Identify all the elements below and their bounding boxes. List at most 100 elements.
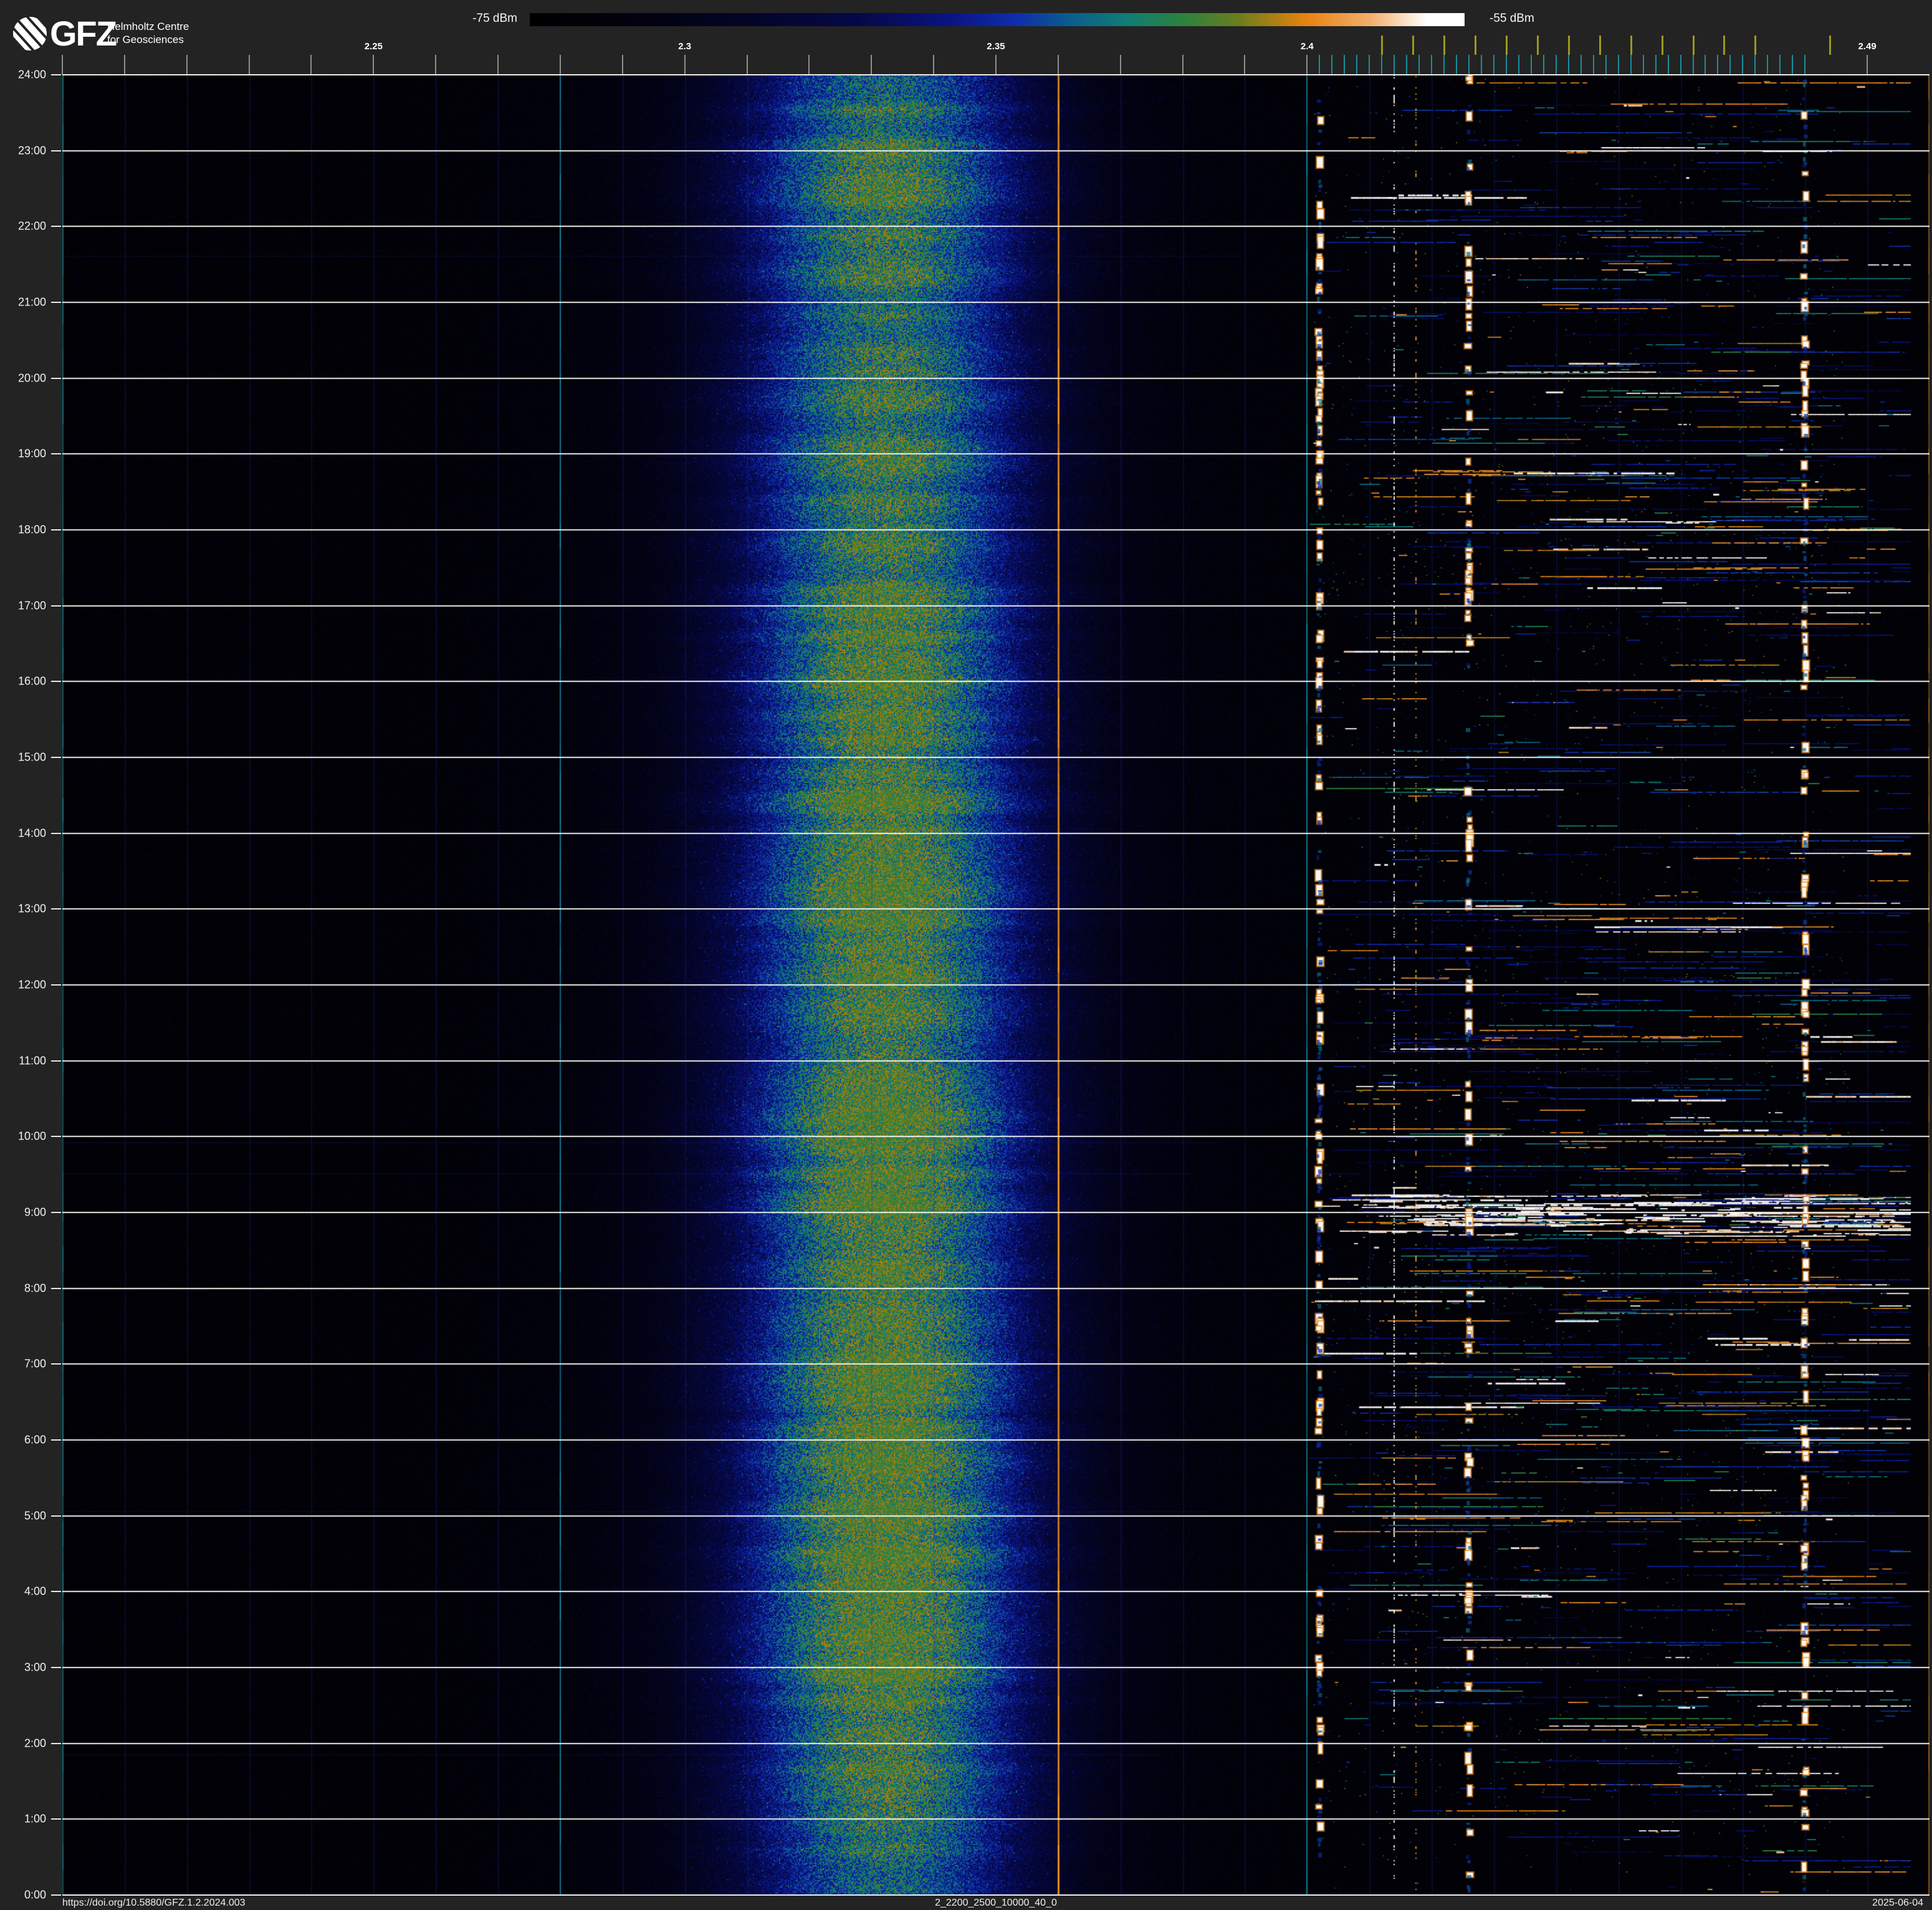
ble-channel-tick: [1655, 55, 1657, 74]
wifi-channel-tick: [1381, 36, 1384, 55]
ble-channel-tick: [1592, 55, 1594, 74]
time-label: 2:00: [24, 1737, 46, 1750]
colorbar-min-label: -75 dBm: [472, 12, 517, 25]
ble-channel-tick: [1567, 55, 1569, 74]
ble-channel-tick: [1381, 55, 1383, 74]
freq-tick: [1057, 55, 1059, 74]
freq-tick: [1306, 55, 1308, 74]
time-tick: [51, 605, 61, 607]
freq-tick: [1867, 55, 1868, 74]
ble-channel-tick: [1717, 55, 1719, 74]
freq-label: 2.49: [1858, 41, 1877, 52]
time-tick: [51, 1667, 61, 1668]
ble-channel-tick: [1431, 55, 1433, 74]
ble-channel-tick: [1542, 55, 1544, 74]
time-tick: [51, 1894, 61, 1896]
time-label: 21:00: [17, 295, 46, 309]
time-label: 24:00: [17, 68, 46, 81]
time-label: 6:00: [24, 1433, 46, 1446]
time-label: 23:00: [17, 144, 46, 157]
time-label: 0:00: [24, 1888, 46, 1901]
time-tick: [51, 1818, 61, 1820]
wifi-channel-tick: [1412, 36, 1415, 55]
plot-top-border: [62, 74, 1930, 75]
time-tick: [51, 832, 61, 834]
time-tick: [51, 1515, 61, 1517]
wifi-channel-tick: [1754, 36, 1757, 55]
ble-channel-tick: [1418, 55, 1420, 74]
time-label: 8:00: [24, 1282, 46, 1295]
ble-channel-tick: [1468, 55, 1470, 74]
time-tick: [51, 1742, 61, 1744]
wifi-channel-tick: [1505, 36, 1508, 55]
ble-channel-tick: [1319, 55, 1321, 74]
freq-tick: [248, 55, 250, 74]
time-tick: [51, 150, 61, 151]
wifi-channel-tick: [1692, 36, 1695, 55]
ble-channel-tick: [1406, 55, 1408, 74]
gfz-subtitle-line2: for Geosciences: [107, 34, 184, 46]
time-tick: [51, 984, 61, 986]
ble-channel-tick: [1505, 55, 1507, 74]
ble-channel-tick: [1617, 55, 1619, 74]
wifi-channel-tick: [1567, 36, 1570, 55]
ble-channel-tick: [1754, 55, 1756, 74]
ble-channel-tick: [1456, 55, 1457, 74]
freq-tick: [871, 55, 873, 74]
wifi-channel-tick: [1599, 36, 1601, 55]
wifi-channel-tick: [1536, 36, 1539, 55]
time-label: 5:00: [24, 1509, 46, 1522]
ble-channel-tick: [1779, 55, 1781, 74]
time-label: 16:00: [17, 674, 46, 688]
spectrogram-canvas: [62, 75, 1930, 1895]
time-label: 17:00: [17, 599, 46, 612]
ble-channel-tick: [1667, 55, 1669, 74]
ble-channel-tick: [1804, 55, 1806, 74]
wifi-channel-tick: [1661, 36, 1663, 55]
time-tick: [51, 1439, 61, 1441]
time-tick: [51, 1591, 61, 1593]
ble-channel-tick: [1480, 55, 1482, 74]
gfz-logo-icon: [12, 16, 47, 51]
ble-channel-tick: [1767, 55, 1769, 74]
time-tick: [51, 302, 61, 303]
freq-label: 2.25: [364, 41, 383, 52]
freq-tick: [1182, 55, 1184, 74]
ble-channel-tick: [1642, 55, 1644, 74]
time-label: 22:00: [17, 219, 46, 233]
ble-channel-tick: [1580, 55, 1582, 74]
ble-channel-tick: [1680, 55, 1681, 74]
wifi-channel-tick: [1474, 36, 1476, 55]
time-label: 7:00: [24, 1357, 46, 1370]
freq-tick: [373, 55, 375, 74]
ble-channel-tick: [1555, 55, 1557, 74]
wifi-channel-tick: [1443, 36, 1446, 55]
freq-tick: [62, 55, 63, 74]
time-tick: [51, 74, 61, 75]
time-tick: [51, 1060, 61, 1062]
time-tick: [51, 1212, 61, 1213]
freq-tick: [559, 55, 561, 74]
time-label: 4:00: [24, 1585, 46, 1598]
freq-tick: [1119, 55, 1121, 74]
ble-channel-tick: [1344, 55, 1346, 74]
ble-channel-tick: [1705, 55, 1706, 74]
freq-tick: [310, 55, 312, 74]
freq-tick: [435, 55, 437, 74]
time-label: 15:00: [17, 751, 46, 764]
ble-channel-tick: [1605, 55, 1607, 74]
wifi-channel-tick: [1723, 36, 1726, 55]
freq-label: 2.4: [1300, 41, 1314, 52]
time-tick: [51, 529, 61, 530]
freq-tick: [621, 55, 623, 74]
gfz-wordmark: GFZ: [50, 14, 117, 53]
footer-filename: 2_2200_2500_10000_40_0: [935, 1898, 1057, 1908]
time-label: 1:00: [24, 1812, 46, 1825]
time-label: 13:00: [17, 902, 46, 915]
wifi-channel-tick: [1630, 36, 1632, 55]
time-label: 11:00: [19, 1054, 46, 1067]
time-label: 3:00: [24, 1661, 46, 1674]
freq-tick: [186, 55, 188, 74]
time-label: 9:00: [24, 1206, 46, 1219]
time-tick: [51, 1287, 61, 1289]
